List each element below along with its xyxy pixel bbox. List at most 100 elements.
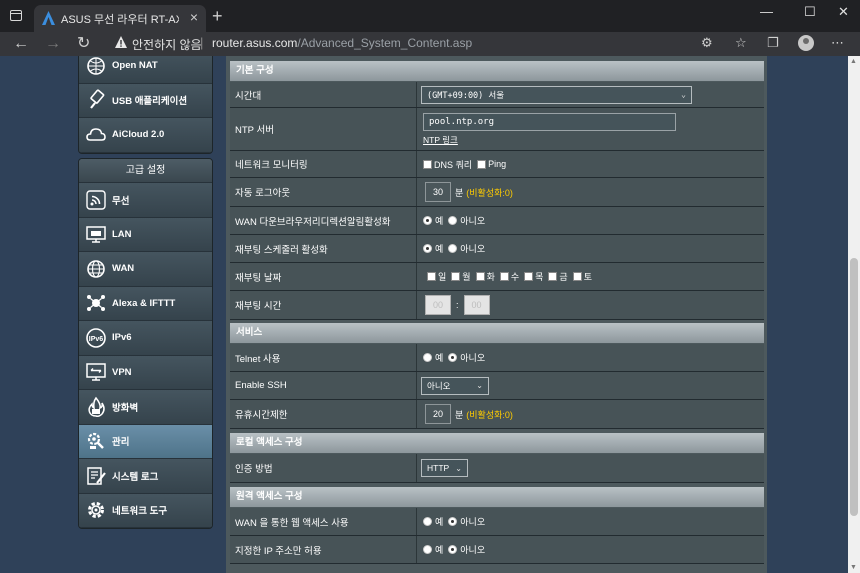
browser-tab[interactable]: ASUS 무선 라우터 RT-AX88U - A × (34, 5, 206, 32)
window-close-icon[interactable]: ✕ (838, 4, 849, 20)
sidebar-top-menu: Open NAT USB 애플리케이션 AiCloud 2.0 (78, 56, 213, 154)
yes-label: 예 (435, 517, 444, 527)
sidebar-item-wireless[interactable]: 무선 (79, 183, 212, 218)
sidebar-item-lan[interactable]: LAN (79, 217, 212, 252)
wan-web-access-label: WAN 을 통한 웹 액세스 사용 (235, 517, 349, 529)
back-icon[interactable]: ← (13, 34, 29, 54)
auth-method-value: HTTP (427, 463, 450, 473)
sidebar-item-usb[interactable]: USB 애플리케이션 (79, 83, 212, 118)
reboot-scheduler-yes-radio[interactable]: 예 (423, 242, 443, 255)
ntp-link[interactable]: NTP 링크 (423, 134, 458, 146)
sidebar-item-alexa-ifttt[interactable]: Alexa & IFTTT (79, 286, 212, 321)
reboot-scheduler-no-radio[interactable]: 아니오 (448, 242, 485, 255)
day-checkbox-tue[interactable]: 화 (475, 270, 495, 283)
forward-icon[interactable]: → (45, 34, 61, 54)
scroll-down-icon[interactable]: ▼ (850, 564, 857, 571)
row-only-specified-ip: 지정한 IP 주소만 허용 예 아니오 (230, 536, 764, 564)
day-label: 월 (462, 272, 471, 282)
sidebar-item-vpn[interactable]: VPN (79, 355, 212, 390)
ntp-server-input[interactable] (423, 112, 676, 131)
open-nat-icon (87, 56, 105, 75)
ssh-select[interactable]: 아니오 ⌄ (421, 376, 489, 395)
address-separator: | (200, 35, 204, 50)
page-scrollbar[interactable]: ▲ ▼ (848, 56, 860, 573)
sidebar-item-administration[interactable]: 관리 (79, 424, 212, 459)
timezone-select[interactable]: (GMT+09:00) 서울 ⌄ (421, 85, 692, 104)
sidebar-item-network-tools[interactable]: 네트워크 도구 (79, 493, 212, 528)
wan-redirect-no-radio[interactable]: 아니오 (448, 214, 485, 227)
row-divider (416, 178, 417, 206)
tab-actions-icon[interactable] (10, 10, 22, 21)
chevron-down-icon: ⌄ (455, 463, 462, 473)
wan-redirect-yes-radio[interactable]: 예 (423, 214, 443, 227)
sidebar-item-label: 관리 (112, 437, 130, 449)
row-divider (416, 536, 417, 563)
idle-timeout-note: (비활성화:0) (466, 409, 513, 420)
wan-web-no-radio[interactable]: 아니오 (448, 515, 485, 528)
only-ip-yes-radio[interactable]: 예 (423, 543, 443, 556)
sidebar-advanced-menu: 고급 설정 무선 LAN WAN Alexa & IFTTT IPv6 IPv6… (78, 158, 213, 529)
telnet-yes-radio[interactable]: 예 (423, 351, 443, 364)
favorite-star-icon[interactable]: ☆ (735, 36, 747, 50)
day-checkbox-mon[interactable]: 월 (451, 270, 471, 283)
minimize-icon[interactable]: — (760, 4, 773, 20)
day-checkbox-thu[interactable]: 목 (524, 270, 543, 283)
site-settings-icon[interactable]: ⚙ (701, 36, 713, 50)
tab-close-icon[interactable]: × (190, 9, 198, 25)
chevron-down-icon: ⌄ (681, 90, 686, 99)
address-bar[interactable]: 안전하지 않음 | router.asus.com/Advanced_Syste… (108, 32, 728, 54)
row-divider (416, 508, 417, 535)
sidebar-item-label: 방화벽 (112, 402, 139, 414)
sidebar-item-label: 네트워크 도구 (112, 506, 168, 518)
day-checkbox-sat[interactable]: 토 (572, 270, 592, 283)
day-checkbox-wed[interactable]: 수 (499, 270, 519, 283)
auto-logout-unit: 분 (455, 187, 464, 198)
ping-checkbox[interactable]: Ping (477, 159, 506, 169)
more-menu-icon[interactable]: ⋯ (831, 36, 844, 50)
collections-icon[interactable]: ❐ (767, 36, 779, 50)
row-divider (416, 400, 417, 428)
new-tab-icon[interactable]: + (212, 6, 223, 26)
checkbox-box (499, 272, 509, 281)
day-checkbox-fri[interactable]: 금 (548, 270, 568, 283)
row-divider (416, 291, 417, 319)
no-label: 아니오 (460, 216, 486, 226)
maximize-icon[interactable]: ☐ (804, 4, 816, 20)
auth-method-select[interactable]: HTTP ⌄ (421, 459, 468, 477)
auto-logout-input[interactable]: 30 (425, 182, 451, 202)
dns-query-checkbox[interactable]: DNS 쿼리 (423, 158, 472, 171)
ssh-label: Enable SSH (235, 380, 287, 391)
section-service: 서비스 (230, 323, 764, 343)
only-ip-no-radio[interactable]: 아니오 (448, 543, 485, 556)
insecure-label[interactable]: 안전하지 않음 (132, 36, 202, 53)
radio-dot (423, 216, 432, 225)
auto-logout-note: (비활성화:0) (466, 187, 513, 198)
sidebar-item-system-log[interactable]: 시스템 로그 (79, 459, 212, 494)
no-label: 아니오 (460, 353, 486, 363)
sidebar-item-firewall[interactable]: 방화벽 (79, 390, 212, 425)
wan-web-yes-radio[interactable]: 예 (423, 515, 443, 528)
cloud-icon (86, 127, 106, 141)
sidebar-item-open-nat[interactable]: Open NAT (79, 56, 212, 84)
sidebar-item-ipv6[interactable]: IPv6 IPv6 (79, 321, 212, 356)
reload-icon[interactable]: ↻ (77, 34, 90, 54)
reboot-minute-input[interactable]: 00 (463, 295, 490, 315)
profile-avatar[interactable] (798, 35, 814, 51)
reboot-hour-input[interactable]: 00 (425, 295, 451, 315)
scrollbar-thumb[interactable] (850, 258, 858, 516)
auto-logout-label: 자동 로그아웃 (235, 188, 291, 199)
sidebar-item-wan[interactable]: WAN (79, 252, 212, 287)
idle-timeout-input[interactable]: 20 (425, 404, 451, 424)
usb-icon (90, 89, 105, 109)
firewall-icon (88, 396, 105, 417)
telnet-no-radio[interactable]: 아니오 (448, 351, 485, 364)
day-label: 일 (438, 272, 447, 282)
url-text[interactable]: router.asus.com/Advanced_System_Content.… (212, 36, 472, 50)
wan-icon (87, 259, 105, 278)
row-wan-redirect: WAN 다운브라우저리디렉션알림활성화 예 아니오 (230, 207, 764, 235)
sidebar-item-aicloud[interactable]: AiCloud 2.0 (79, 118, 212, 153)
scroll-up-icon[interactable]: ▲ (850, 58, 857, 65)
reboot-date-label: 재부팅 날짜 (235, 272, 282, 284)
day-checkbox-sun[interactable]: 일 (427, 270, 446, 283)
telnet-label: Telnet 사용 (235, 353, 281, 365)
